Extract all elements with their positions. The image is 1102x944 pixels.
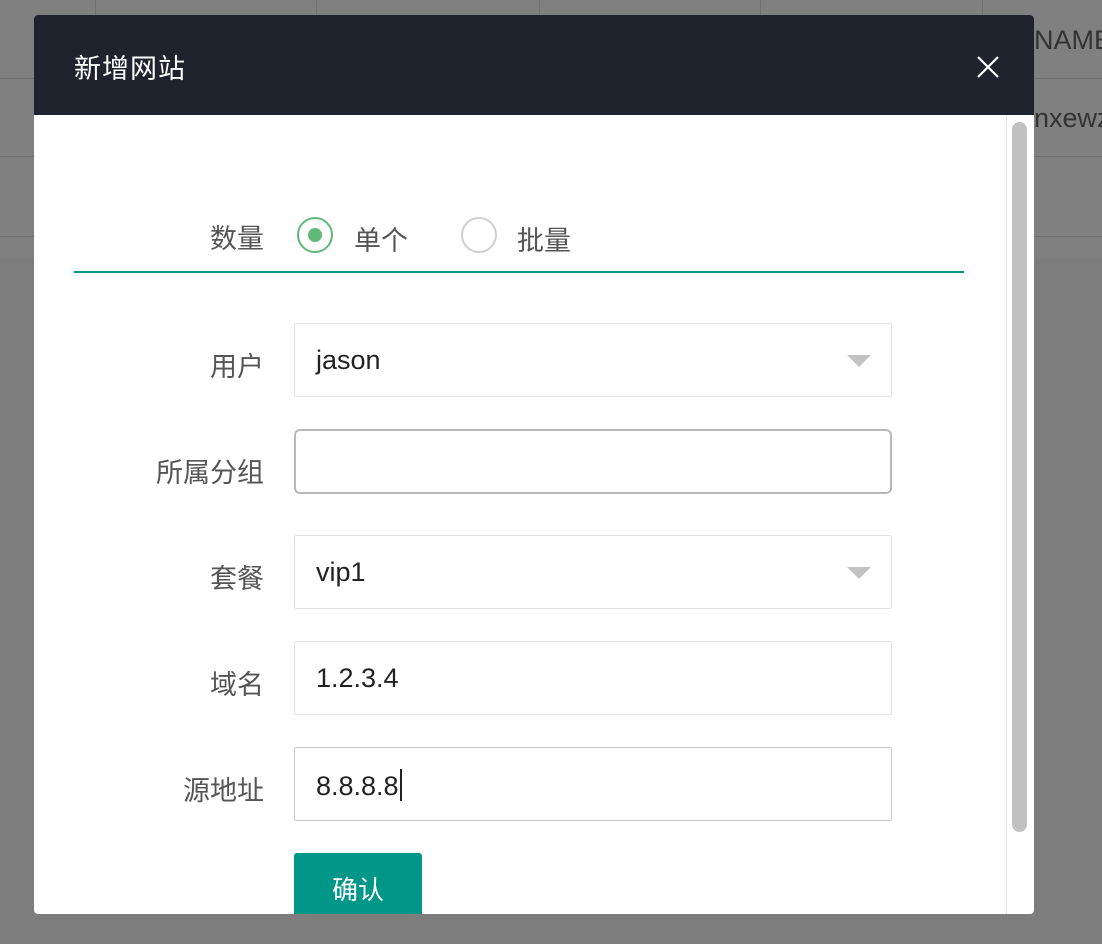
add-website-dialog: 新增网站 数量 单个 批量 用户 jason 所属分组 套餐 vip1 域名 1… (34, 15, 1034, 914)
radio-single[interactable] (297, 217, 333, 253)
radio-batch[interactable] (461, 217, 497, 253)
source-address-text: 8.8.8.8 (316, 771, 399, 801)
source-label: 源地址 (183, 776, 264, 807)
domain-input[interactable]: 1.2.3.4 (294, 641, 892, 715)
radio-batch-label[interactable]: 批量 (517, 219, 571, 258)
close-icon (977, 56, 999, 78)
dialog-title: 新增网站 (74, 54, 186, 85)
user-label: 用户 (210, 352, 264, 383)
user-select[interactable]: jason (294, 323, 892, 397)
chevron-down-icon (847, 355, 871, 367)
radio-single-label[interactable]: 单个 (354, 219, 408, 258)
background-header-text: NAME (1034, 25, 1102, 55)
background-cell-text: nxewz (1034, 103, 1102, 133)
dialog-body: 数量 单个 批量 用户 jason 所属分组 套餐 vip1 域名 1.2.3.… (34, 115, 1034, 914)
group-label: 所属分组 (156, 458, 264, 489)
section-divider (74, 271, 964, 273)
user-select-value: jason (316, 345, 381, 375)
package-label: 套餐 (210, 564, 264, 595)
chevron-down-icon (847, 567, 871, 579)
scrollbar-thumb[interactable] (1012, 122, 1027, 832)
group-input[interactable] (294, 429, 892, 494)
domain-input-value: 1.2.3.4 (316, 663, 399, 693)
package-select-value: vip1 (316, 557, 366, 587)
domain-label: 域名 (210, 670, 264, 701)
text-caret (399, 769, 402, 801)
dialog-header: 新增网站 (34, 15, 1034, 115)
confirm-button[interactable]: 确认 (294, 853, 422, 914)
package-select[interactable]: vip1 (294, 535, 892, 609)
source-address-input[interactable]: 8.8.8.8 (294, 747, 892, 821)
close-button[interactable] (970, 49, 1006, 85)
page: NAME nxewz 新增网站 数量 单个 批量 用户 jason (0, 0, 1102, 944)
quantity-label: 数量 (210, 224, 264, 255)
source-address-value: 8.8.8.8 (316, 769, 402, 802)
